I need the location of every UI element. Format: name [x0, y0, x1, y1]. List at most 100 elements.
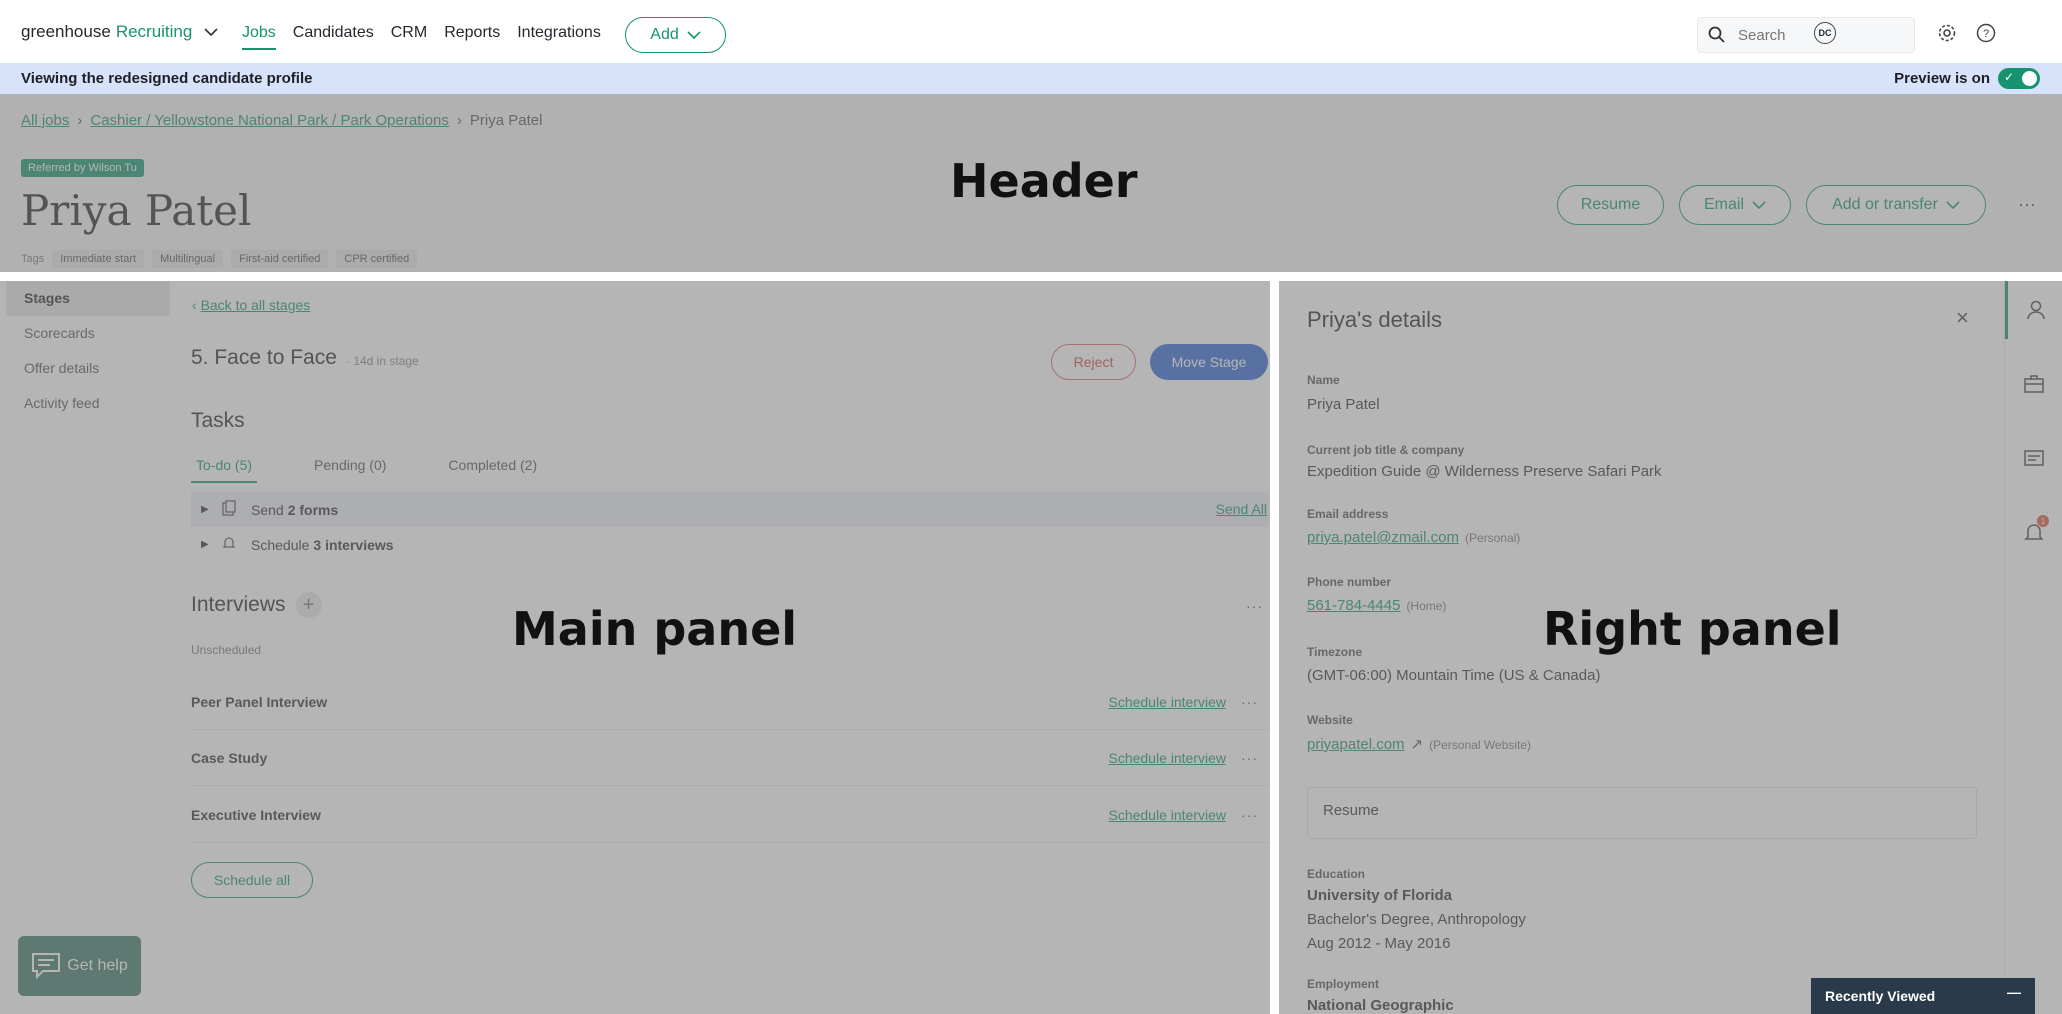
- subnav-offer-details[interactable]: Offer details: [6, 351, 170, 386]
- preview-toggle[interactable]: ✓: [1998, 68, 2040, 89]
- add-interview-button[interactable]: +: [295, 592, 322, 618]
- main-nav: Jobs Candidates CRM Reports Integrations: [242, 24, 618, 50]
- tab-todo[interactable]: To-do (5): [191, 457, 258, 483]
- interview-row: Executive Interview Schedule interview ·…: [191, 787, 1269, 843]
- tab-completed[interactable]: Completed (2): [443, 457, 542, 483]
- job-value: Expedition Guide @ Wilderness Preserve S…: [1307, 463, 1662, 480]
- main-panel: Stages Scorecards Offer details Activity…: [0, 281, 1270, 1014]
- person-icon[interactable]: [2005, 281, 2062, 339]
- get-help-button[interactable]: Get help: [18, 936, 141, 996]
- candidate-header: All jobs › Cashier / Yellowstone Nationa…: [0, 94, 2062, 272]
- referral-badge: Referred by Wilson Tu: [21, 159, 144, 177]
- back-to-stages-link[interactable]: ‹ Back to all stages: [192, 297, 310, 313]
- task-count: 3 interviews: [313, 536, 394, 553]
- interviews-title: Interviews: [191, 593, 286, 616]
- phone-link[interactable]: 561-784-4445: [1307, 597, 1400, 614]
- interview-name: Case Study: [191, 749, 268, 766]
- more-icon[interactable]: ···: [1246, 598, 1263, 614]
- email-button[interactable]: Email: [1679, 185, 1791, 225]
- send-all-link[interactable]: Send All: [1216, 501, 1267, 517]
- phone-note: (Home): [1406, 599, 1447, 613]
- nav-crm[interactable]: CRM: [391, 24, 427, 50]
- resume-section[interactable]: Resume: [1307, 787, 1977, 839]
- more-icon[interactable]: ···: [2018, 194, 2036, 215]
- schedule-interview-link[interactable]: Schedule interview: [1108, 750, 1226, 766]
- search-box[interactable]: [1697, 17, 1915, 53]
- external-link-icon: ↗: [1410, 736, 1424, 753]
- education-dates: Aug 2012 - May 2016: [1307, 935, 1451, 952]
- check-icon: ✓: [2004, 70, 2015, 84]
- website-link[interactable]: priyapatel.com: [1307, 736, 1405, 753]
- crumb-separator: ›: [77, 112, 83, 129]
- tab-pending[interactable]: Pending (0): [309, 457, 391, 483]
- tag[interactable]: Immediate start: [52, 250, 145, 268]
- email-note: (Personal): [1464, 531, 1521, 545]
- task-row[interactable]: ▶ Send 2 forms Send All: [191, 492, 1269, 527]
- expand-icon[interactable]: ▶: [191, 504, 221, 515]
- recently-viewed-bar[interactable]: Recently Viewed —: [1811, 978, 2035, 1014]
- task-row[interactable]: ▶ Schedule 3 interviews: [191, 527, 1269, 562]
- schedule-interview-link[interactable]: Schedule interview: [1108, 807, 1226, 823]
- employment-company: National Geographic: [1307, 997, 1454, 1014]
- notes-icon[interactable]: [2005, 429, 2062, 487]
- nav-candidates[interactable]: Candidates: [293, 24, 374, 50]
- move-stage-button[interactable]: Move Stage: [1150, 344, 1268, 380]
- tag[interactable]: CPR certified: [336, 250, 418, 268]
- resume-button-label: Resume: [1580, 196, 1641, 213]
- candidate-name: Priya Patel: [21, 186, 252, 235]
- chevron-down-icon[interactable]: [204, 22, 218, 42]
- forms-icon: [221, 500, 251, 519]
- subnav-scorecards[interactable]: Scorecards: [6, 316, 170, 351]
- tag[interactable]: Multilingual: [152, 250, 224, 268]
- email-button-label: Email: [1703, 196, 1744, 213]
- banner-text: Viewing the redesigned candidate profile: [21, 70, 313, 87]
- add-button[interactable]: Add: [625, 17, 726, 53]
- crumb-all-jobs[interactable]: All jobs: [21, 112, 69, 129]
- crumb-job[interactable]: Cashier / Yellowstone National Park / Pa…: [90, 112, 449, 129]
- tag[interactable]: First-aid certified: [231, 250, 329, 268]
- more-icon[interactable]: ···: [1241, 807, 1258, 823]
- resume-button[interactable]: Resume: [1557, 185, 1664, 225]
- schedule-all-button[interactable]: Schedule all: [191, 862, 313, 898]
- unscheduled-label: Unscheduled: [191, 643, 262, 657]
- region-divider: [1270, 281, 1279, 1014]
- get-help-label: Get help: [67, 957, 128, 974]
- education-degree: Bachelor's Degree, Anthropology: [1307, 911, 1526, 928]
- profile-subnav: Stages Scorecards Offer details Activity…: [6, 281, 170, 421]
- phone-field: 561-784-4445 (Home): [1307, 597, 1446, 614]
- nav-reports[interactable]: Reports: [444, 24, 500, 50]
- bell-icon[interactable]: 1: [2005, 503, 2062, 561]
- more-icon[interactable]: ···: [1241, 750, 1258, 766]
- nav-jobs[interactable]: Jobs: [242, 24, 276, 50]
- avatar[interactable]: DC: [1814, 22, 1836, 44]
- subnav-activity-feed[interactable]: Activity feed: [6, 386, 170, 421]
- email-link[interactable]: priya.patel@zmail.com: [1307, 529, 1459, 546]
- brand-logo[interactable]: greenhouse Recruiting: [21, 22, 218, 42]
- minimize-icon[interactable]: —: [2007, 984, 2021, 1000]
- right-panel: Priya's details × Name Priya Patel Curre…: [1279, 281, 2062, 1014]
- task-count: 2 forms: [287, 501, 339, 518]
- back-link-label: Back to all stages: [200, 297, 311, 313]
- subnav-stages[interactable]: Stages: [6, 281, 170, 316]
- stage-duration: · 14d in stage: [346, 354, 419, 368]
- expand-icon[interactable]: ▶: [191, 539, 221, 550]
- recently-viewed-label: Recently Viewed: [1825, 988, 1936, 1004]
- name-value: Priya Patel: [1307, 396, 1380, 413]
- side-rail: 1: [2004, 281, 2062, 1014]
- close-icon[interactable]: ×: [1956, 305, 1969, 331]
- education-label: Education: [1307, 867, 1366, 881]
- stage-title: 5. Face to Face: [191, 346, 337, 369]
- briefcase-icon[interactable]: [2005, 355, 2062, 413]
- help-icon[interactable]: ?: [1975, 22, 1997, 44]
- nav-integrations[interactable]: Integrations: [517, 24, 601, 50]
- breadcrumb: All jobs › Cashier / Yellowstone Nationa…: [21, 112, 542, 129]
- more-icon[interactable]: ···: [1241, 694, 1258, 710]
- gear-icon[interactable]: [1936, 22, 1958, 44]
- interview-row: Peer Panel Interview Schedule interview …: [191, 674, 1269, 730]
- website-note: (Personal Website): [1429, 738, 1531, 752]
- reject-button[interactable]: Reject: [1051, 344, 1136, 380]
- add-or-transfer-button[interactable]: Add or transfer: [1806, 185, 1986, 225]
- schedule-interview-link[interactable]: Schedule interview: [1108, 694, 1226, 710]
- chevron-down-icon: [687, 31, 701, 40]
- tag-list: Tags Immediate start Multilingual First-…: [21, 250, 418, 268]
